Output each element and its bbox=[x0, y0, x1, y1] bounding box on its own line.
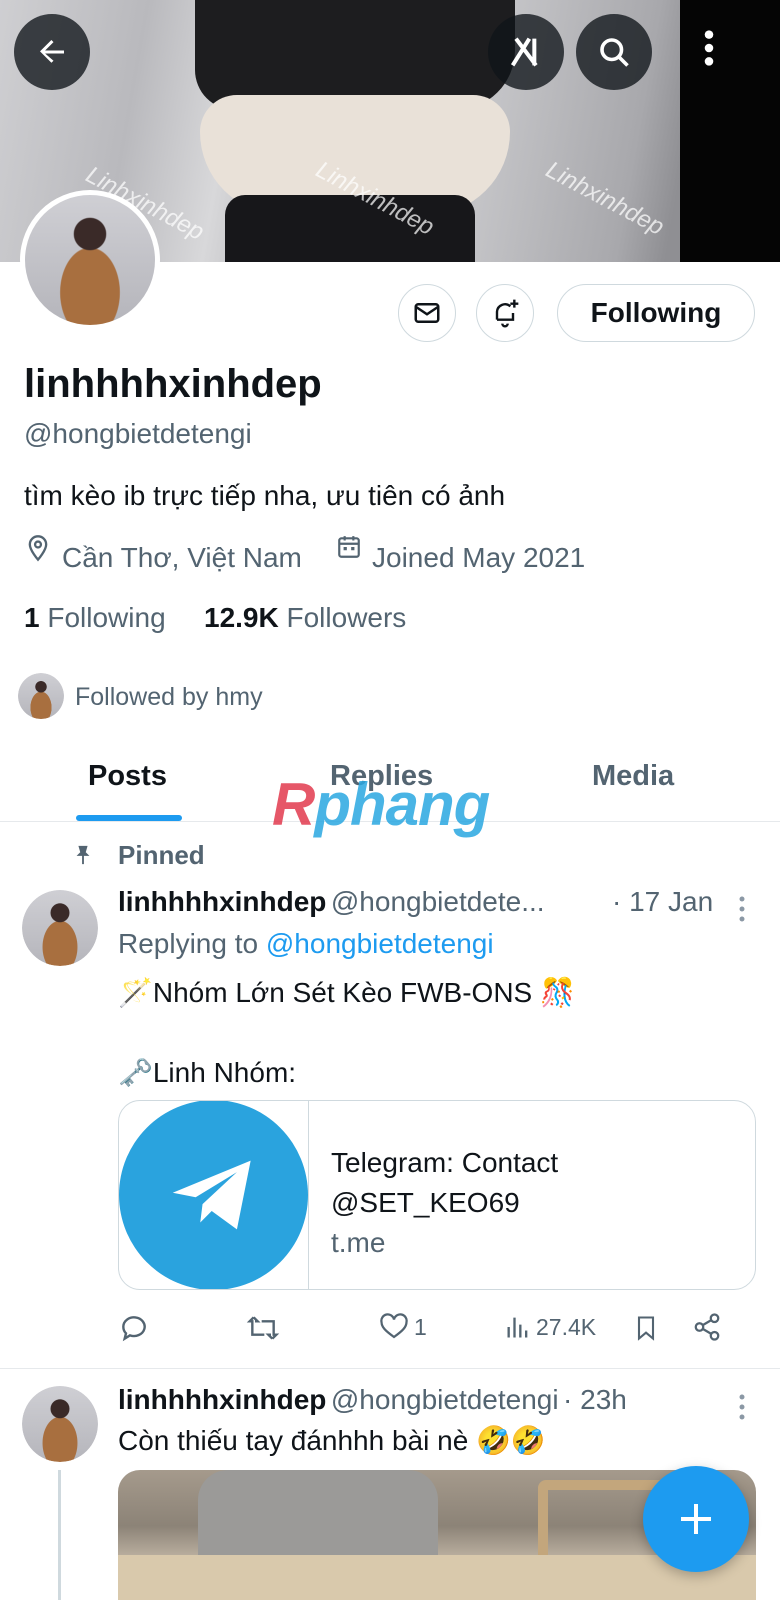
profile-handle: @hongbietdetengi bbox=[24, 418, 252, 449]
following-button[interactable]: Following bbox=[557, 284, 755, 342]
replying-to: Replying to @hongbietdetengi bbox=[118, 928, 494, 959]
profile-display-name: linhhhhxinhdep bbox=[24, 362, 322, 406]
arrow-left-icon bbox=[40, 40, 64, 63]
rphang-watermark: Rphang bbox=[272, 771, 490, 838]
followed-by-text[interactable]: Followed by hmy bbox=[75, 683, 263, 712]
photo-region bbox=[118, 1555, 756, 1600]
post-more-button[interactable] bbox=[738, 896, 746, 922]
post-avatar[interactable] bbox=[22, 1386, 98, 1462]
post-author-handle[interactable]: @hongbietdete... bbox=[331, 886, 545, 917]
tab-media[interactable]: Media bbox=[592, 760, 674, 793]
post-more-button[interactable] bbox=[738, 1394, 746, 1420]
post-header: linhhhhxinhdep @hongbietdetengi · 23h bbox=[118, 1384, 627, 1416]
post-text-line: 🪄Nhóm Lớn Sét Kèo FWB-ONS 🎊 bbox=[118, 977, 575, 1008]
post-time[interactable]: · 17 Jan bbox=[612, 886, 713, 918]
bookmark-button[interactable] bbox=[632, 1312, 660, 1344]
link-card-title: Telegram: Contact @SET_KEO69 bbox=[331, 1147, 559, 1218]
back-button[interactable] bbox=[14, 14, 90, 90]
thread-line bbox=[58, 1470, 61, 1600]
post-time[interactable]: · 23h bbox=[563, 1384, 627, 1415]
banner-watermark: Linhxinhdep bbox=[541, 156, 669, 241]
pinned-label: Pinned bbox=[118, 840, 205, 870]
post-divider bbox=[0, 1368, 780, 1369]
followers-count-link[interactable]: 12.9K Followers bbox=[204, 602, 406, 634]
repost-button[interactable] bbox=[246, 1312, 280, 1344]
reply-button[interactable] bbox=[118, 1312, 150, 1344]
telegram-logo bbox=[119, 1101, 308, 1289]
post-author-name[interactable]: linhhhhxinhdep bbox=[118, 1384, 326, 1415]
analytics-icon bbox=[507, 1317, 528, 1338]
views-button[interactable]: 27.4K bbox=[504, 1312, 596, 1342]
replying-to-link[interactable]: @hongbietdetengi bbox=[266, 928, 494, 959]
share-icon bbox=[694, 1313, 720, 1341]
profile-bio: tìm kèo ib trực tiếp nha, ưu tiên có ảnh bbox=[24, 480, 506, 511]
like-button[interactable]: 1 bbox=[378, 1312, 427, 1342]
more-vertical-icon bbox=[739, 896, 745, 922]
link-card-thumbnail bbox=[119, 1101, 309, 1289]
post-header: linhhhhxinhdep @hongbietdete... bbox=[118, 886, 545, 918]
search-icon bbox=[600, 38, 629, 67]
grok-button[interactable] bbox=[488, 14, 564, 90]
reply-icon bbox=[122, 1316, 146, 1342]
bookmark-icon bbox=[637, 1316, 655, 1341]
post-author-handle[interactable]: @hongbietdetengi bbox=[331, 1384, 559, 1415]
profile-location: Cần Thơ, Việt Nam bbox=[62, 542, 302, 573]
followers-label: Followers bbox=[286, 602, 407, 633]
views-count: 27.4K bbox=[536, 1313, 597, 1340]
followers-count: 12.9K bbox=[204, 602, 279, 633]
pin-icon bbox=[76, 845, 90, 865]
tab-posts[interactable]: Posts bbox=[88, 760, 167, 793]
share-button[interactable] bbox=[692, 1312, 722, 1342]
profile-avatar[interactable] bbox=[20, 190, 160, 330]
heart-icon bbox=[380, 1313, 408, 1339]
following-count-link[interactable]: 1 Following bbox=[24, 602, 166, 634]
notify-button[interactable] bbox=[476, 284, 534, 342]
following-count: 1 bbox=[24, 602, 40, 633]
banner-shape bbox=[225, 195, 475, 262]
repost-icon bbox=[246, 1316, 280, 1340]
plus-icon bbox=[681, 1504, 711, 1534]
grok-icon bbox=[510, 37, 538, 67]
link-card[interactable]: Telegram: Contact @SET_KEO69 t.me bbox=[118, 1100, 756, 1290]
profile-joined: Joined May 2021 bbox=[372, 542, 586, 573]
post-text-line: 🗝️Linh Nhóm: bbox=[118, 1057, 297, 1088]
more-vertical-icon bbox=[704, 30, 714, 66]
compose-button[interactable] bbox=[643, 1466, 749, 1572]
location-icon bbox=[28, 535, 48, 562]
post-text: Còn thiếu tay đánhhh bài nè 🤣🤣 bbox=[118, 1425, 546, 1456]
post-avatar[interactable] bbox=[22, 890, 98, 966]
follower-avatar[interactable] bbox=[18, 673, 64, 719]
like-count: 1 bbox=[414, 1313, 427, 1340]
post-author-name[interactable]: linhhhhxinhdep bbox=[118, 886, 326, 917]
link-card-domain: t.me bbox=[331, 1227, 386, 1258]
more-button[interactable] bbox=[694, 28, 724, 77]
message-button[interactable] bbox=[398, 284, 456, 342]
more-vertical-icon bbox=[739, 1394, 745, 1420]
search-button[interactable] bbox=[576, 14, 652, 90]
calendar-icon bbox=[338, 536, 360, 558]
bell-plus-icon bbox=[495, 299, 519, 328]
telegram-icon bbox=[172, 1160, 251, 1230]
mail-icon bbox=[414, 303, 440, 323]
banner-shape bbox=[195, 0, 515, 110]
following-label: Following bbox=[47, 602, 166, 633]
